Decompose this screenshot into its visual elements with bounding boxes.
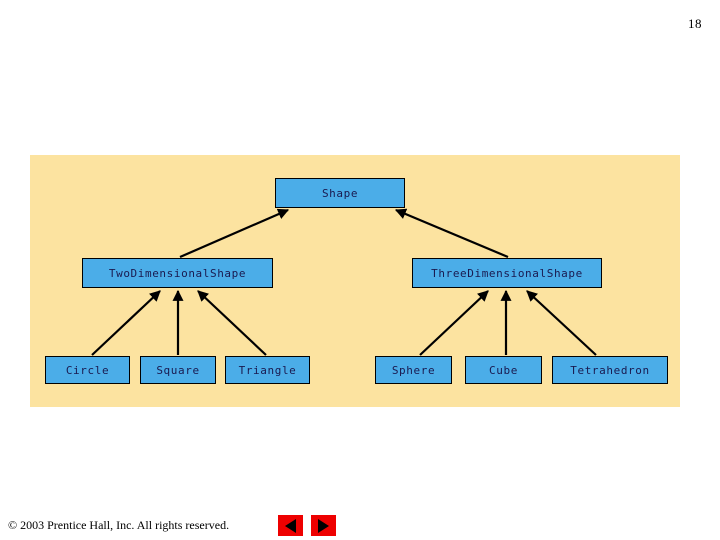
class-box-circle[interactable]: Circle (45, 356, 130, 384)
arrow-threedim-to-shape (394, 208, 509, 259)
previous-slide-button[interactable] (278, 515, 303, 536)
arrow-sphere-to-threedim (419, 290, 489, 356)
arrow-twodim-to-shape (179, 208, 290, 259)
arrow-tetrahedron-to-threedim (526, 290, 597, 356)
triangle-left-icon (285, 518, 296, 533)
arrow-triangle-to-twodim (197, 290, 267, 356)
class-box-twodimensionalshape[interactable]: TwoDimensionalShape (82, 258, 273, 288)
next-slide-button[interactable] (311, 515, 336, 536)
copyright-notice: © 2003 Prentice Hall, Inc. All rights re… (8, 518, 230, 532)
arrow-circle-to-twodim (91, 290, 161, 356)
page-number: 18 (688, 16, 702, 31)
diagram-panel: Shape TwoDimensionalShape ThreeDimension… (30, 155, 680, 407)
class-box-square[interactable]: Square (140, 356, 216, 384)
class-box-triangle[interactable]: Triangle (225, 356, 310, 384)
class-box-threedimensionalshape[interactable]: ThreeDimensionalShape (412, 258, 602, 288)
class-box-shape[interactable]: Shape (275, 178, 405, 208)
triangle-right-icon (318, 518, 329, 533)
class-box-cube[interactable]: Cube (465, 356, 542, 384)
class-box-sphere[interactable]: Sphere (375, 356, 452, 384)
class-box-tetrahedron[interactable]: Tetrahedron (552, 356, 668, 384)
navigation-buttons (278, 515, 336, 536)
